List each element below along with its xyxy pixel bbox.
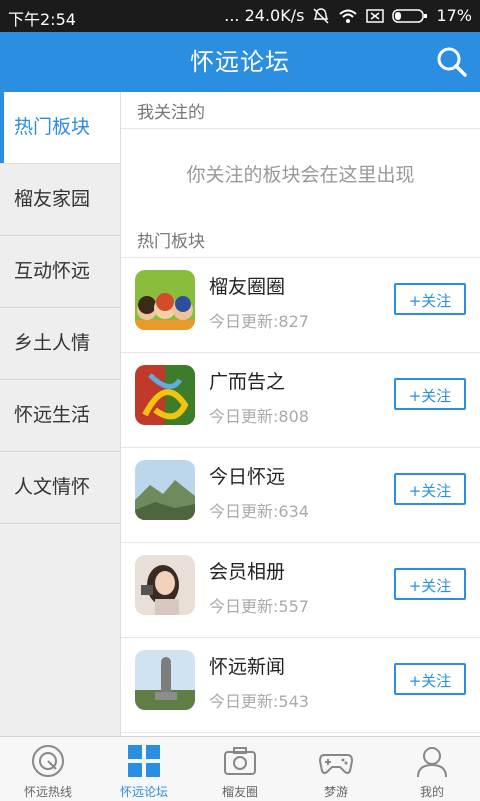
- sidebar-item-culture[interactable]: 人文情怀: [0, 452, 120, 524]
- category-sidebar: 热门板块 榴友家园 互动怀远 乡土人情 怀远生活 人文情怀: [0, 92, 121, 736]
- follow-button[interactable]: +关注: [394, 568, 466, 600]
- sidebar-item-life[interactable]: 怀远生活: [0, 380, 120, 452]
- bottom-tab-bar: 怀远热线 怀远论坛 榴友圈 梦游 我的: [0, 736, 480, 801]
- status-bar: 下午2:54 ... 24.0K/s 17%: [0, 0, 480, 32]
- sidebar-item-local[interactable]: 乡土人情: [0, 308, 120, 380]
- sim-off-icon: [366, 8, 385, 23]
- sidebar-item-label: 人文情怀: [14, 476, 91, 498]
- board-row[interactable]: 广而告之 今日更新:808 +关注: [121, 353, 480, 448]
- follow-button[interactable]: +关注: [394, 663, 466, 695]
- sidebar-item-liuyou[interactable]: 榴友家园: [0, 164, 120, 236]
- gamepad-icon: [318, 754, 354, 774]
- mute-bell-icon: [313, 7, 329, 24]
- radio-icon: [32, 745, 64, 777]
- grid-icon: [128, 745, 160, 777]
- app-bar: 怀远论坛: [0, 32, 480, 92]
- tab-label: 怀远论坛: [119, 785, 168, 799]
- board-update-count: 今日更新:808: [209, 407, 309, 426]
- tab-label: 我的: [419, 785, 444, 799]
- sidebar-item-interaction[interactable]: 互动怀远: [0, 236, 120, 308]
- tab-games[interactable]: 梦游: [288, 737, 384, 801]
- board-thumbnail-portrait-photo: [135, 555, 195, 615]
- camera-icon: [224, 747, 256, 775]
- board-row[interactable]: 会员相册 今日更新:557 +关注: [121, 543, 480, 638]
- board-name: 会员相册: [209, 561, 286, 583]
- board-name: 今日怀远: [209, 466, 286, 488]
- follow-button[interactable]: +关注: [394, 378, 466, 410]
- battery-icon: [392, 8, 428, 23]
- wifi-icon: [339, 9, 358, 23]
- board-thumbnail-statue-photo: [135, 650, 195, 710]
- board-update-count: 今日更新:557: [209, 597, 309, 616]
- board-update-count: 今日更新:827: [209, 312, 309, 331]
- status-icons: ... 24.0K/s 17%: [224, 6, 472, 25]
- follow-button[interactable]: +关注: [394, 473, 466, 505]
- board-thumbnail-cartoon-crowd: [135, 270, 195, 330]
- board-list: 榴友圈圈 今日更新:827 +关注 广而告之 今日更新:808 +关注 今日怀远…: [121, 258, 480, 733]
- sidebar-item-label: 互动怀远: [14, 260, 91, 282]
- board-row[interactable]: 榴友圈圈 今日更新:827 +关注: [121, 258, 480, 353]
- user-icon: [417, 747, 447, 778]
- hot-section-header: 热门板块: [137, 232, 205, 252]
- tab-me[interactable]: 我的: [384, 737, 480, 801]
- board-name: 广而告之: [209, 371, 286, 393]
- board-name: 榴友圈圈: [209, 276, 286, 298]
- tab-forum[interactable]: 怀远论坛: [96, 737, 192, 801]
- board-list-panel: 我关注的 你关注的板块会在这里出现 热门板块 榴友圈圈 今日更新:827 +关注: [121, 92, 480, 736]
- board-thumbnail-mountain-landscape: [135, 460, 195, 520]
- page-title: 怀远论坛: [190, 48, 290, 76]
- tab-label: 榴友圈: [221, 785, 258, 799]
- follow-button[interactable]: +关注: [394, 283, 466, 315]
- sidebar-item-label: 热门板块: [14, 116, 91, 138]
- board-update-count: 今日更新:634: [209, 502, 309, 521]
- tab-label: 怀远热线: [23, 785, 72, 799]
- tab-hotline[interactable]: 怀远热线: [0, 737, 96, 801]
- network-speed: ... 24.0K/s: [224, 6, 305, 25]
- sidebar-item-hot[interactable]: 热门板块: [0, 92, 120, 164]
- board-row[interactable]: 今日怀远 今日更新:634 +关注: [121, 448, 480, 543]
- empty-follow-message: 你关注的板块会在这里出现: [186, 164, 415, 186]
- sidebar-item-label: 怀远生活: [14, 404, 91, 426]
- board-update-count: 今日更新:543: [209, 692, 309, 711]
- sidebar-item-label: 乡土人情: [14, 332, 91, 354]
- sidebar-item-label: 榴友家园: [14, 188, 91, 210]
- tab-label: 梦游: [323, 785, 348, 799]
- search-icon[interactable]: [434, 44, 470, 80]
- followed-section-header: 我关注的: [137, 103, 205, 123]
- board-row[interactable]: 怀远新闻 今日更新:543 +关注: [121, 638, 480, 733]
- tab-liuyou-circle[interactable]: 榴友圈: [192, 737, 288, 801]
- board-name: 怀远新闻: [209, 656, 286, 678]
- status-time: 下午2:54: [8, 10, 76, 29]
- board-thumbnail-colorful-abstract: [135, 365, 195, 425]
- divider: [121, 128, 480, 129]
- battery-percent: 17%: [436, 6, 472, 25]
